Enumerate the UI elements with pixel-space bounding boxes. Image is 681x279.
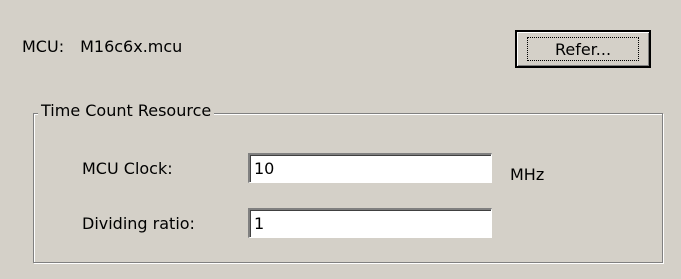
refer-button[interactable]: Refer... — [515, 30, 651, 68]
mcu-file-name: M16c6x.mcu — [80, 37, 183, 56]
mcu-clock-unit: MHz — [510, 165, 545, 184]
mcu-clock-input[interactable] — [248, 153, 492, 183]
mcu-label: MCU: — [22, 37, 65, 56]
mcu-info-row: MCU: M16c6x.mcu — [22, 37, 182, 56]
dividing-ratio-label: Dividing ratio: — [82, 214, 195, 233]
mcu-clock-label: MCU Clock: — [82, 159, 173, 178]
refer-button-label: Refer... — [527, 37, 639, 61]
dividing-ratio-input[interactable] — [248, 208, 492, 238]
group-title: Time Count Resource — [38, 101, 215, 120]
dialog-panel: MCU: M16c6x.mcu Refer... Time Count Reso… — [0, 0, 681, 279]
time-count-resource-group — [33, 113, 663, 263]
